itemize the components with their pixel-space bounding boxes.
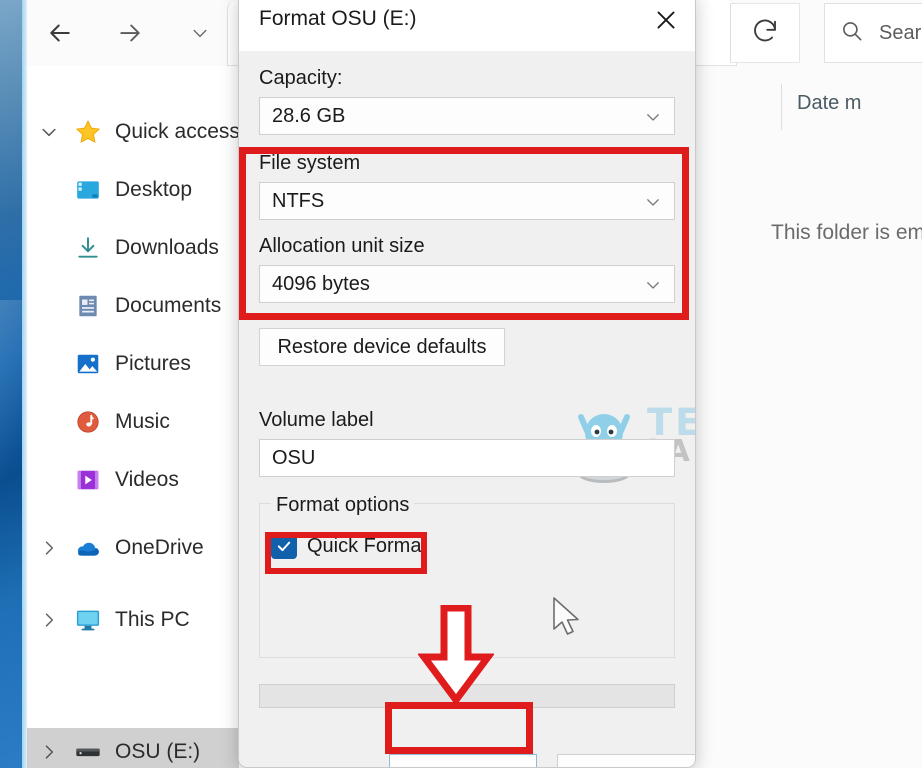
sidebar-item-osu-e[interactable]: OSU (E:) [27, 728, 239, 768]
dialog-close-button[interactable]: Close [557, 754, 695, 767]
monitor-icon [71, 605, 105, 635]
chevron-down-icon [644, 183, 662, 221]
back-button[interactable] [35, 8, 85, 58]
mouse-pointer [553, 597, 579, 635]
search-icon [839, 18, 865, 49]
empty-folder-message: This folder is em [771, 221, 922, 244]
sidebar-item-label: Music [115, 410, 170, 433]
search-placeholder-text: Searc [879, 21, 922, 44]
dialog-title: Format OSU (E:) [259, 7, 417, 30]
allocation-unit-dropdown[interactable]: 4096 bytes [259, 265, 675, 303]
arrow-right-icon [115, 18, 145, 48]
volume-label-input[interactable]: OSU [259, 439, 675, 477]
download-icon [71, 233, 105, 263]
sidebar-item-label: Downloads [115, 236, 219, 259]
chevron-down-icon [644, 266, 662, 304]
sidebar-item-this-pc[interactable]: This PC [27, 596, 239, 644]
dialog-title-bar[interactable]: Format OSU (E:) [239, 0, 695, 51]
chevron-down-icon[interactable] [27, 122, 71, 142]
sidebar-item-desktop[interactable]: Desktop [27, 166, 239, 214]
pictures-icon [71, 349, 105, 379]
watermark-text-tech: TECH [647, 401, 695, 444]
drive-icon [71, 737, 105, 767]
allocation-unit-label: Allocation unit size [259, 235, 425, 257]
quick-format-label: Quick Format [307, 534, 428, 557]
checkmark-icon [271, 533, 297, 559]
music-icon [71, 407, 105, 437]
desktop-wallpaper [0, 0, 22, 768]
refresh-icon [750, 16, 780, 51]
videos-icon [71, 465, 105, 495]
restore-device-defaults-button[interactable]: Restore device defaults [259, 328, 505, 366]
sidebar-item-onedrive[interactable]: OneDrive [27, 524, 239, 572]
start-button[interactable]: Start [389, 754, 537, 767]
arrow-left-icon [45, 18, 75, 48]
sidebar-item-documents[interactable]: Documents [27, 282, 239, 330]
format-options-legend: Format options [271, 494, 415, 517]
search-input[interactable]: Searc [824, 3, 922, 63]
sidebar-item-label: OSU (E:) [115, 740, 201, 763]
capacity-value: 28.6 GB [272, 104, 346, 127]
sidebar-item-label: Desktop [115, 178, 193, 201]
sidebar-item-music[interactable]: Music [27, 398, 239, 446]
recent-locations-button[interactable] [175, 8, 225, 58]
quick-format-checkbox[interactable]: Quick Format [271, 533, 427, 559]
documents-icon [71, 291, 105, 321]
navigation-pane: Quick access Desktop Downloads Documents… [27, 66, 240, 768]
capacity-dropdown[interactable]: 28.6 GB [259, 97, 675, 135]
column-header-date-modified[interactable]: Date m [797, 92, 861, 115]
refresh-button[interactable] [730, 3, 800, 63]
sidebar-item-videos[interactable]: Videos [27, 456, 239, 504]
chevron-right-icon[interactable] [27, 742, 71, 762]
sidebar-item-downloads[interactable]: Downloads [27, 224, 239, 272]
sidebar-item-label: This PC [115, 608, 190, 631]
chevron-right-icon[interactable] [27, 610, 71, 630]
down-arrow-annotation [418, 605, 494, 705]
screen: Searc Quick access Desktop [0, 0, 922, 768]
close-icon [653, 7, 679, 38]
volume-label-label: Volume label [259, 409, 374, 431]
capacity-label: Capacity: [259, 67, 343, 89]
sidebar-item-label: Pictures [115, 352, 191, 375]
sidebar-item-label: Documents [115, 294, 222, 317]
file-system-dropdown[interactable]: NTFS [259, 182, 675, 220]
chevron-right-icon[interactable] [27, 538, 71, 558]
file-system-value: NTFS [272, 189, 325, 212]
sidebar-item-label: Videos [115, 468, 179, 491]
allocation-unit-value: 4096 bytes [272, 272, 370, 295]
sidebar-item-label: Quick access [115, 120, 240, 143]
sidebar-item-pictures[interactable]: Pictures [27, 340, 239, 388]
chevron-down-icon [190, 23, 210, 43]
close-button[interactable] [637, 0, 695, 51]
file-system-label: File system [259, 152, 361, 174]
chevron-down-icon [644, 98, 662, 136]
sidebar-item-quick-access[interactable]: Quick access [27, 108, 240, 156]
desktop-icon [71, 175, 105, 205]
star-icon [71, 117, 105, 147]
volume-label-value: OSU [272, 446, 316, 469]
sidebar-item-label: OneDrive [115, 536, 204, 559]
column-separator [781, 84, 782, 130]
cloud-icon [71, 533, 105, 563]
forward-button[interactable] [105, 8, 155, 58]
